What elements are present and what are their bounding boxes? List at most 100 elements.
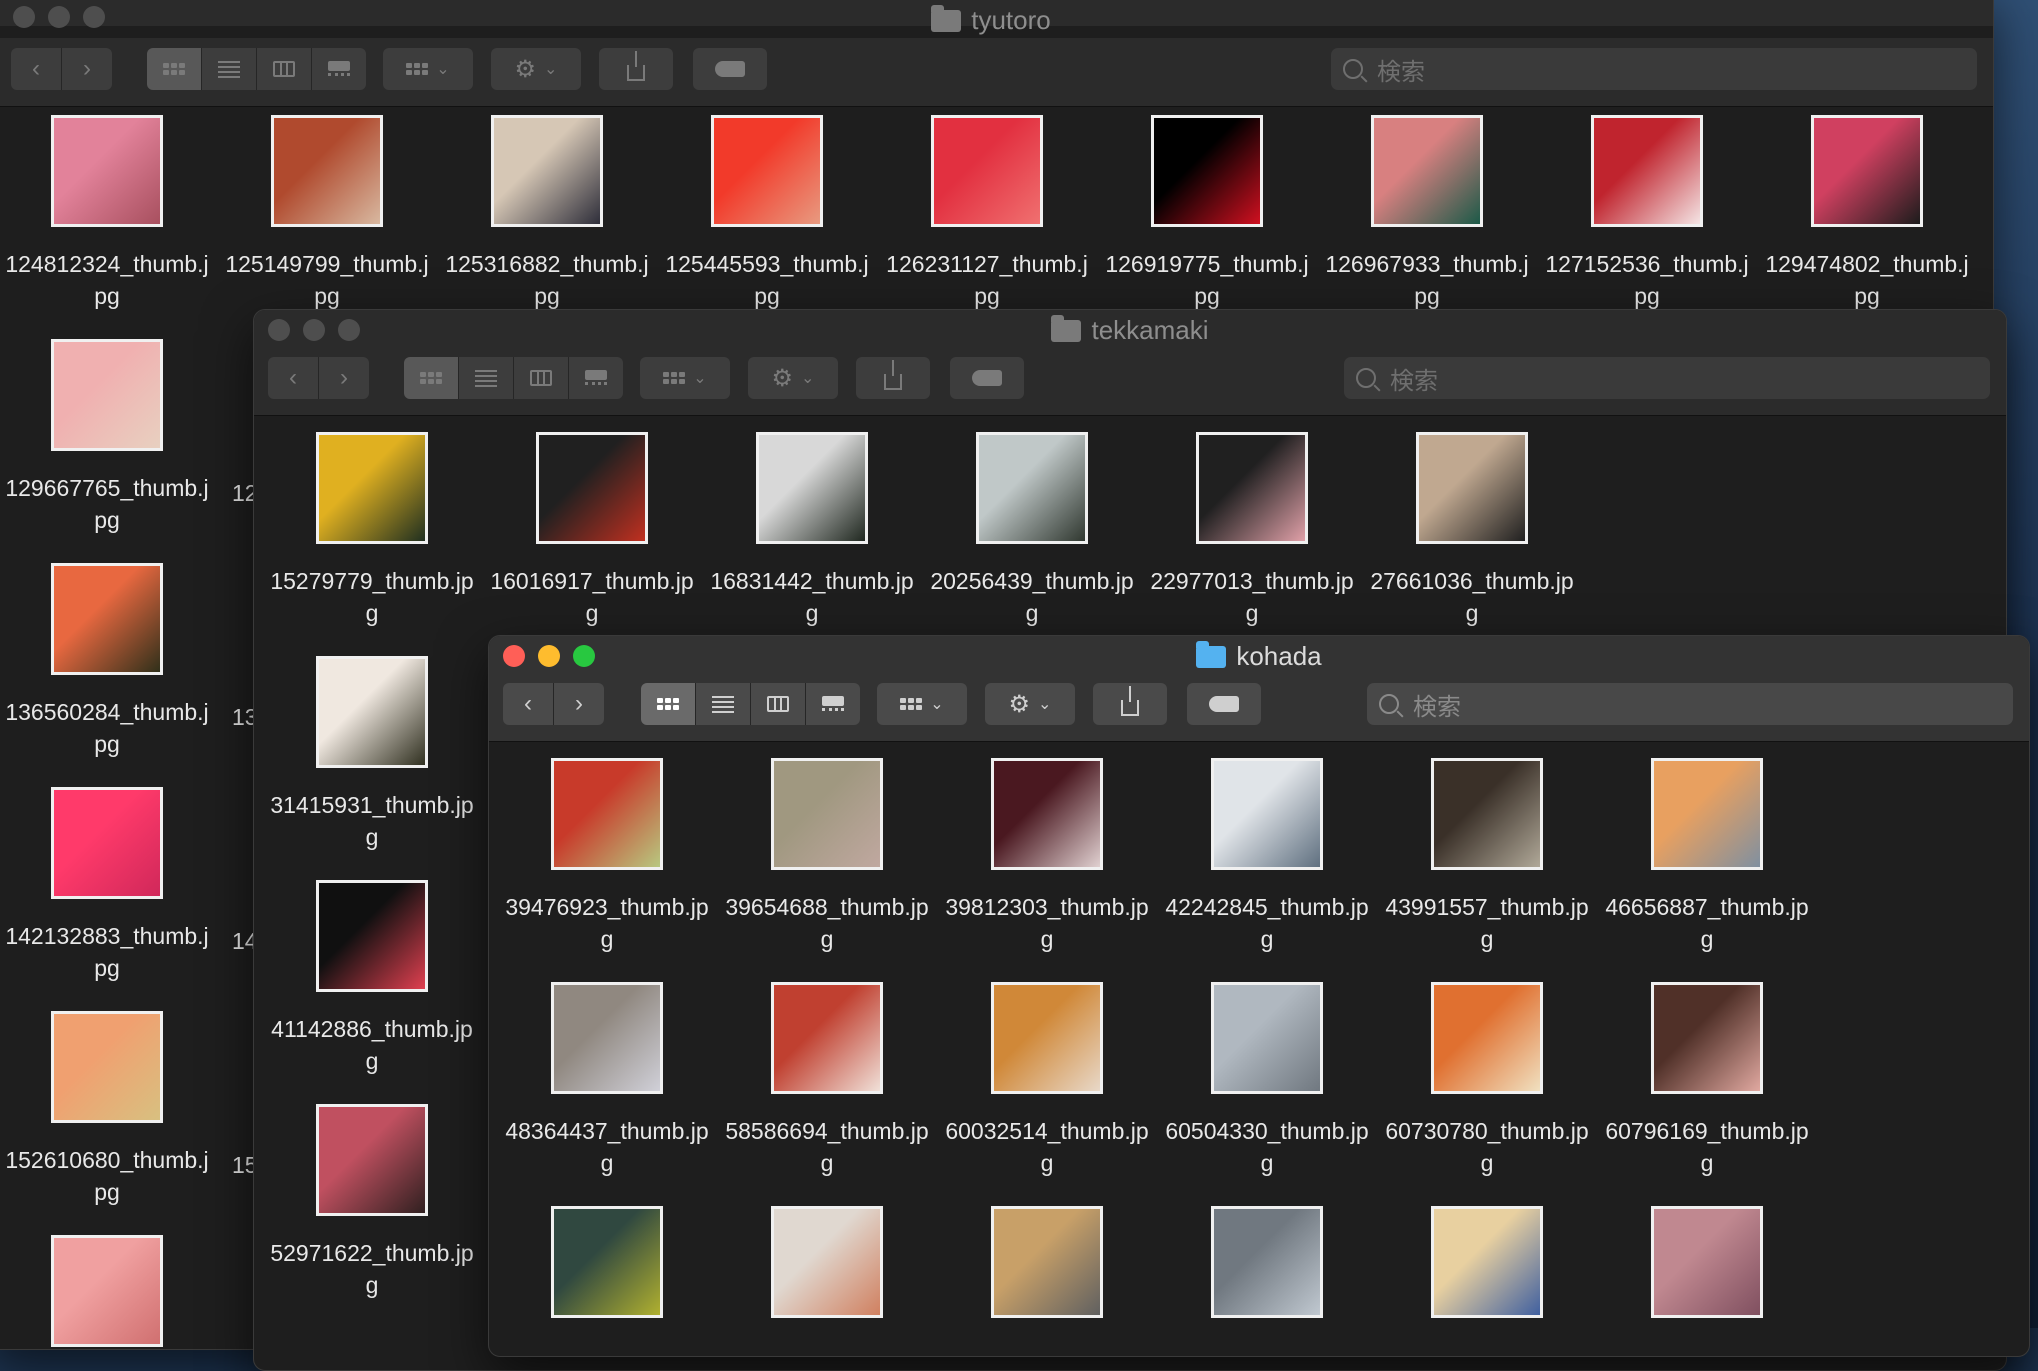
- search-field[interactable]: 検索: [1344, 357, 1990, 399]
- nav-buttons: ‹ ›: [268, 357, 369, 399]
- chevron-down-icon: ⌄: [1038, 696, 1052, 713]
- file-item[interactable]: 153000000_thumb.jpg: [1, 1235, 213, 1349]
- file-name-label: 22977013_thumb.jpg: [1150, 568, 1354, 626]
- file-item[interactable]: 126231127_thumb.jpg: [881, 115, 1093, 312]
- file-item[interactable]: [1161, 1206, 1373, 1318]
- share-button[interactable]: [856, 357, 930, 399]
- column-view-button[interactable]: [257, 48, 312, 90]
- chevron-right-icon: ›: [83, 55, 91, 82]
- back-button[interactable]: ‹: [268, 357, 319, 399]
- file-item[interactable]: 125445593_thumb.jpg: [661, 115, 873, 312]
- icon-view-button[interactable]: [147, 48, 202, 90]
- thumbnail-image: [991, 1206, 1103, 1318]
- search-field[interactable]: 検索: [1331, 48, 1977, 90]
- file-item[interactable]: 43991557_thumb.jpg: [1381, 758, 1593, 955]
- share-button[interactable]: [1093, 683, 1167, 725]
- group-button[interactable]: ⌄: [877, 683, 967, 725]
- back-button[interactable]: ‹: [11, 48, 62, 90]
- icon-view-icon: [657, 698, 679, 710]
- chevron-left-icon: ‹: [32, 55, 40, 82]
- file-item[interactable]: 41142886_thumb.jpg: [266, 880, 478, 1077]
- file-item[interactable]: [1601, 1206, 1813, 1318]
- file-item[interactable]: 125316882_thumb.jpg: [441, 115, 653, 312]
- finder-window-kohada[interactable]: kohada ‹ › ⌄ ⚙ ⌄ 検索 39476923_thumb.jpg 3…: [488, 635, 2030, 1357]
- back-button[interactable]: ‹: [503, 683, 554, 725]
- tag-button[interactable]: [950, 357, 1024, 399]
- thumbnail-image: [711, 115, 823, 227]
- file-item[interactable]: 31415931_thumb.jpg: [266, 656, 478, 853]
- action-button[interactable]: ⚙ ⌄: [985, 683, 1075, 725]
- file-item[interactable]: 60032514_thumb.jpg: [941, 982, 1153, 1179]
- gallery-view-button[interactable]: [569, 357, 623, 399]
- icon-view-button[interactable]: [641, 683, 696, 725]
- thumbnail-image: [551, 1206, 663, 1318]
- title-bar[interactable]: tyutoro: [0, 0, 1993, 35]
- tag-button[interactable]: [1187, 683, 1261, 725]
- file-item[interactable]: 136560284_thumb.jpg: [1, 563, 213, 760]
- file-item[interactable]: 60504330_thumb.jpg: [1161, 982, 1373, 1179]
- file-item[interactable]: 15279779_thumb.jpg: [266, 432, 478, 629]
- file-name-label: 46656887_thumb.jpg: [1605, 894, 1809, 952]
- share-button[interactable]: [599, 48, 673, 90]
- file-name-label: 126231127_thumb.jpg: [886, 251, 1088, 309]
- file-item[interactable]: 16016917_thumb.jpg: [486, 432, 698, 629]
- file-item[interactable]: 129667765_thumb.jpg: [1, 339, 213, 536]
- title-bar[interactable]: kohada: [489, 636, 2029, 673]
- action-button[interactable]: ⚙ ⌄: [491, 48, 581, 90]
- file-item[interactable]: 60730780_thumb.jpg: [1381, 982, 1593, 1179]
- thumbnail-image: [771, 1206, 883, 1318]
- file-item[interactable]: 60796169_thumb.jpg: [1601, 982, 1813, 1179]
- group-button[interactable]: ⌄: [640, 357, 730, 399]
- chevron-down-icon: ⌄: [693, 370, 707, 387]
- list-view-button[interactable]: [202, 48, 257, 90]
- file-item[interactable]: 58586694_thumb.jpg: [721, 982, 933, 1179]
- file-item[interactable]: 42242845_thumb.jpg: [1161, 758, 1373, 955]
- search-placeholder: 検索: [1377, 58, 1425, 86]
- list-view-button[interactable]: [459, 357, 514, 399]
- group-button[interactable]: ⌄: [383, 48, 473, 90]
- list-view-button[interactable]: [696, 683, 751, 725]
- toolbar: ‹ › ⌄ ⚙ ⌄ 検索: [0, 38, 1993, 107]
- file-item[interactable]: 126967933_thumb.jpg: [1321, 115, 1533, 312]
- file-item[interactable]: 39654688_thumb.jpg: [721, 758, 933, 955]
- file-item[interactable]: 39812303_thumb.jpg: [941, 758, 1153, 955]
- gallery-view-button[interactable]: [806, 683, 860, 725]
- file-item[interactable]: [941, 1206, 1153, 1318]
- file-item[interactable]: 20256439_thumb.jpg: [926, 432, 1138, 629]
- thumbnail-image: [51, 1235, 163, 1347]
- forward-button[interactable]: ›: [554, 683, 604, 725]
- file-item[interactable]: [501, 1206, 713, 1318]
- action-menu: ⚙ ⌄: [748, 357, 838, 399]
- title-bar[interactable]: tekkamaki: [254, 310, 2006, 347]
- file-item[interactable]: 27661036_thumb.jpg: [1366, 432, 1578, 629]
- file-item[interactable]: [1381, 1206, 1593, 1318]
- column-view-button[interactable]: [751, 683, 806, 725]
- file-item[interactable]: 127152536_thumb.jpg: [1541, 115, 1753, 312]
- action-button[interactable]: ⚙ ⌄: [748, 357, 838, 399]
- file-item[interactable]: 46656887_thumb.jpg: [1601, 758, 1813, 955]
- file-item[interactable]: 52971622_thumb.jpg: [266, 1104, 478, 1301]
- forward-button[interactable]: ›: [319, 357, 369, 399]
- file-item[interactable]: 22977013_thumb.jpg: [1146, 432, 1358, 629]
- gallery-view-button[interactable]: [312, 48, 366, 90]
- file-item[interactable]: 126919775_thumb.jpg: [1101, 115, 1313, 312]
- file-item[interactable]: 152610680_thumb.jpg: [1, 1011, 213, 1208]
- forward-button[interactable]: ›: [62, 48, 112, 90]
- thumbnail-image: [771, 982, 883, 1094]
- file-item[interactable]: 124812324_thumb.jpg: [1, 115, 213, 312]
- file-item[interactable]: 129474802_thumb.jpg: [1761, 115, 1973, 312]
- share-control: [1093, 683, 1167, 725]
- icon-view-button[interactable]: [404, 357, 459, 399]
- tag-button[interactable]: [693, 48, 767, 90]
- chevron-right-icon: ›: [575, 690, 583, 717]
- file-item[interactable]: [721, 1206, 933, 1318]
- file-item[interactable]: 16831442_thumb.jpg: [706, 432, 918, 629]
- thumbnail-image: [976, 432, 1088, 544]
- search-field[interactable]: 検索: [1367, 683, 2013, 725]
- file-item[interactable]: 125149799_thumb.jpg: [221, 115, 433, 312]
- file-item[interactable]: 39476923_thumb.jpg: [501, 758, 713, 955]
- file-item[interactable]: 48364437_thumb.jpg: [501, 982, 713, 1179]
- thumbnail-image: [1416, 432, 1528, 544]
- column-view-button[interactable]: [514, 357, 569, 399]
- file-item[interactable]: 142132883_thumb.jpg: [1, 787, 213, 984]
